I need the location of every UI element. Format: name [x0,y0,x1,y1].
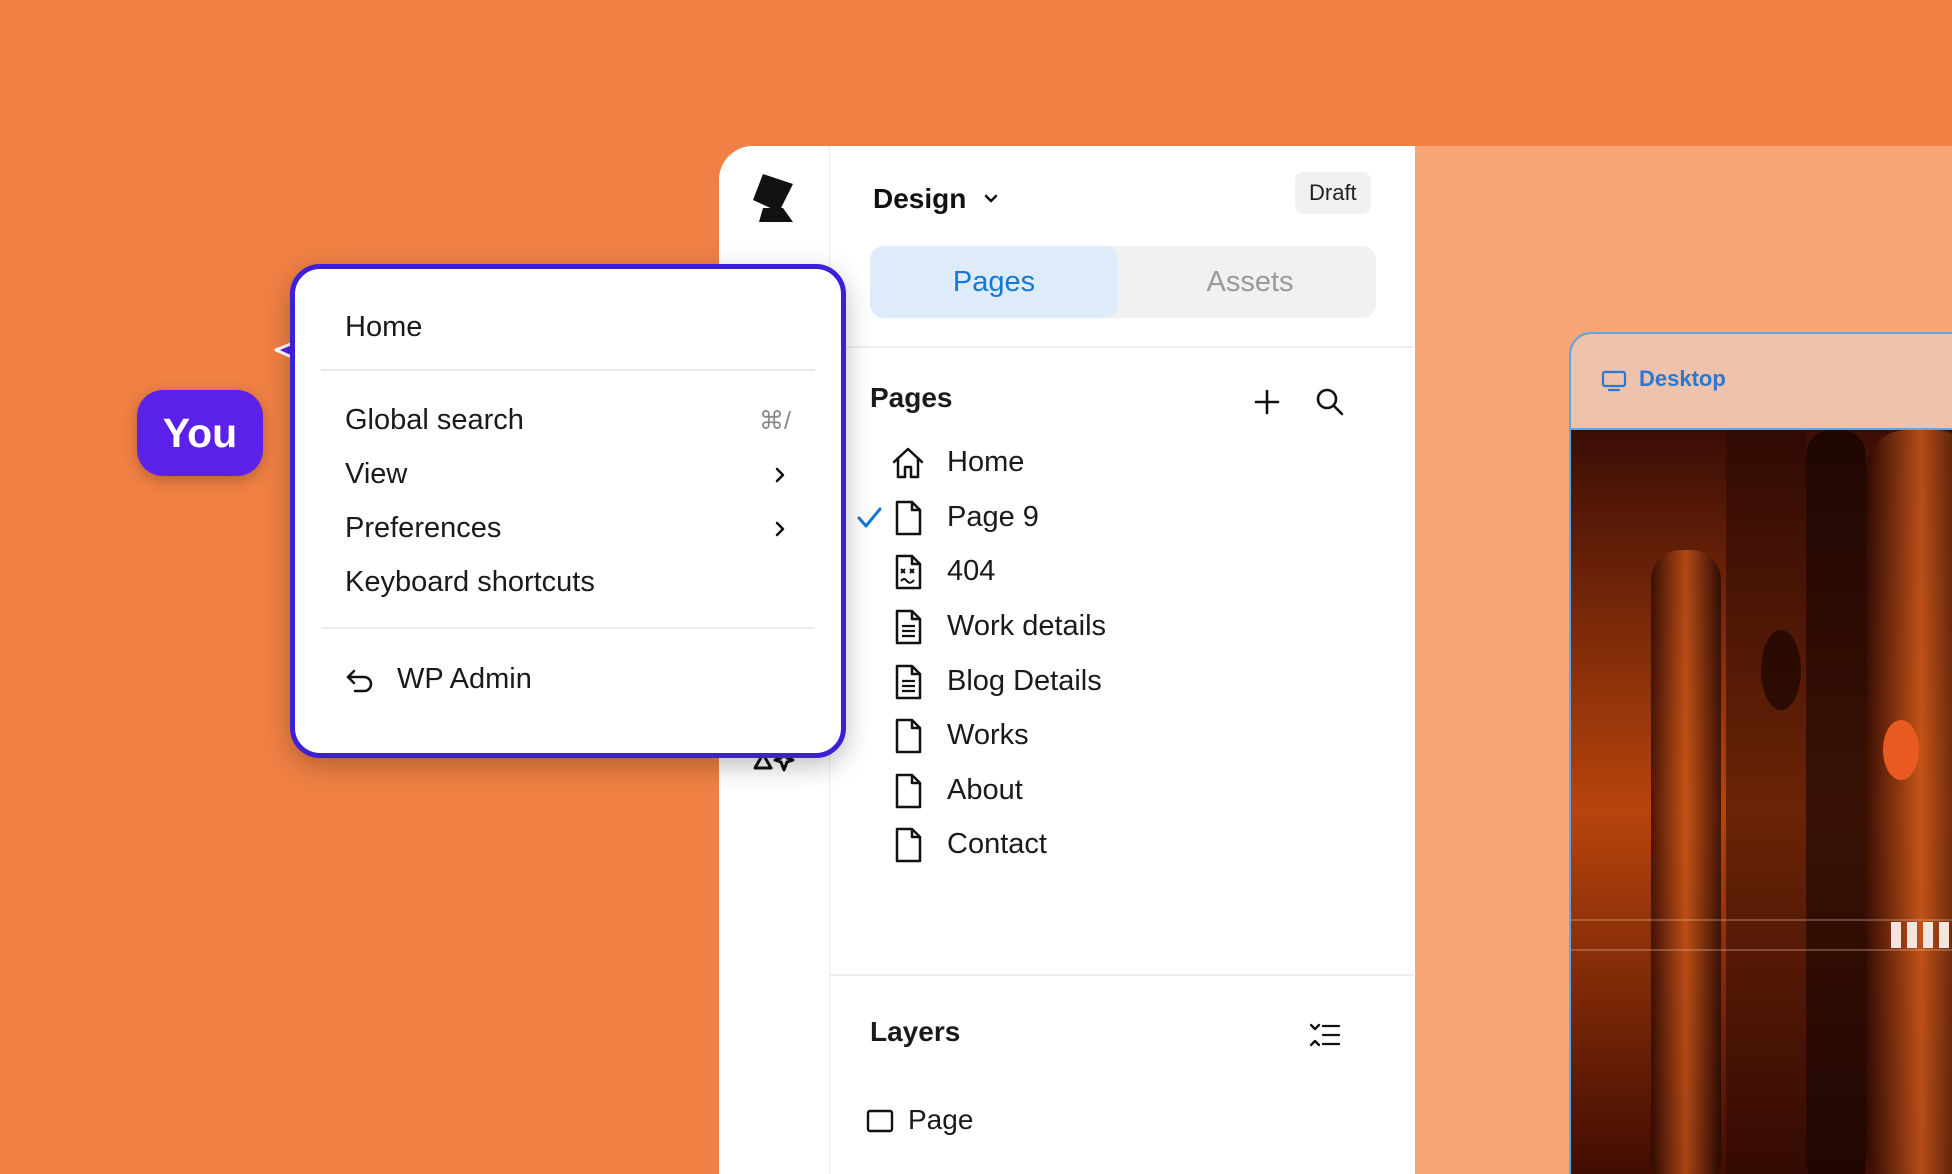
menu-item-keyboard-shortcuts[interactable]: Keyboard shortcuts [295,552,841,612]
page-label: Work details [947,610,1107,642]
app-stage: Design Draft Pages Assets Pages Home Pag… [0,0,1952,1174]
monitor-icon [1601,370,1627,392]
chevron-down-icon [985,194,998,203]
list-item[interactable]: Contact [830,810,1414,878]
page-label: Contact [947,828,1047,860]
pages-section-title: Pages [870,382,953,413]
mode-dropdown[interactable]: Design [873,176,1000,222]
layer-item[interactable]: Page [830,1092,1414,1152]
menu-divider [321,627,815,629]
tab-assets[interactable]: Assets [1126,246,1374,318]
chevron-right-icon [775,467,785,483]
layer-label: Page [908,1104,974,1135]
app-logo-icon[interactable] [749,172,797,224]
page-icon [895,773,922,809]
template-page-icon [895,664,922,700]
menu-item-label: Keyboard shortcuts [345,566,595,598]
page-label: Page 9 [947,501,1039,533]
add-page-icon[interactable] [1250,385,1284,419]
hero-image [1571,430,1952,1174]
app-menu: Home Global search ⌘/ View Preferences K… [290,264,846,758]
mode-label: Design [873,183,967,214]
menu-item-label: Home [345,311,423,343]
page-label: About [947,774,1023,806]
menu-item-preferences[interactable]: Preferences [295,498,841,558]
checkmark-icon [857,507,882,528]
menu-item-global-search[interactable]: Global search ⌘/ [295,390,841,450]
cursor-name-badge: You [137,390,263,476]
desktop-frame[interactable]: Desktop [1569,332,1952,1174]
panel-tabs: Pages Assets [870,246,1376,318]
status-badge[interactable]: Draft [1295,172,1371,214]
breakpoint-bar[interactable]: Desktop [1571,334,1952,430]
menu-item-label: Preferences [345,512,502,544]
page-label: Blog Details [947,665,1102,697]
page-label: Works [947,719,1029,751]
menu-item-view[interactable]: View [295,444,841,504]
tab-pages[interactable]: Pages [870,246,1118,318]
layers-divider [830,974,1414,976]
shortcut-hint: ⌘/ [759,407,791,435]
breakpoint-label: Desktop [1639,366,1726,391]
page-label: 404 [947,555,996,587]
menu-item-label: Global search [345,404,524,436]
search-icon[interactable] [1313,385,1347,419]
menu-item-wp-admin[interactable]: WP Admin [295,649,841,709]
page-icon [895,718,922,754]
design-canvas[interactable]: Desktop [1415,146,1952,1174]
panel-header: Design Draft Pages Assets [830,146,1414,348]
template-page-icon [895,609,922,645]
side-panel: Design Draft Pages Assets Pages Home Pag… [830,146,1414,1174]
menu-divider [321,369,815,371]
undo-arrow-icon [346,669,373,693]
page-icon [895,827,922,863]
menu-item-label: View [345,458,408,490]
home-icon [892,447,924,479]
page-label: Home [947,446,1025,478]
error-page-icon [895,554,922,590]
chevron-right-icon [775,521,785,537]
frame-icon [866,1109,894,1133]
collapse-list-icon[interactable] [1308,1018,1342,1052]
page-icon [895,500,922,536]
editor-window: Design Draft Pages Assets Pages Home Pag… [719,146,1952,1174]
menu-item-home[interactable]: Home [295,297,841,357]
menu-item-label: WP Admin [397,663,532,695]
layers-section-title: Layers [870,1016,961,1047]
